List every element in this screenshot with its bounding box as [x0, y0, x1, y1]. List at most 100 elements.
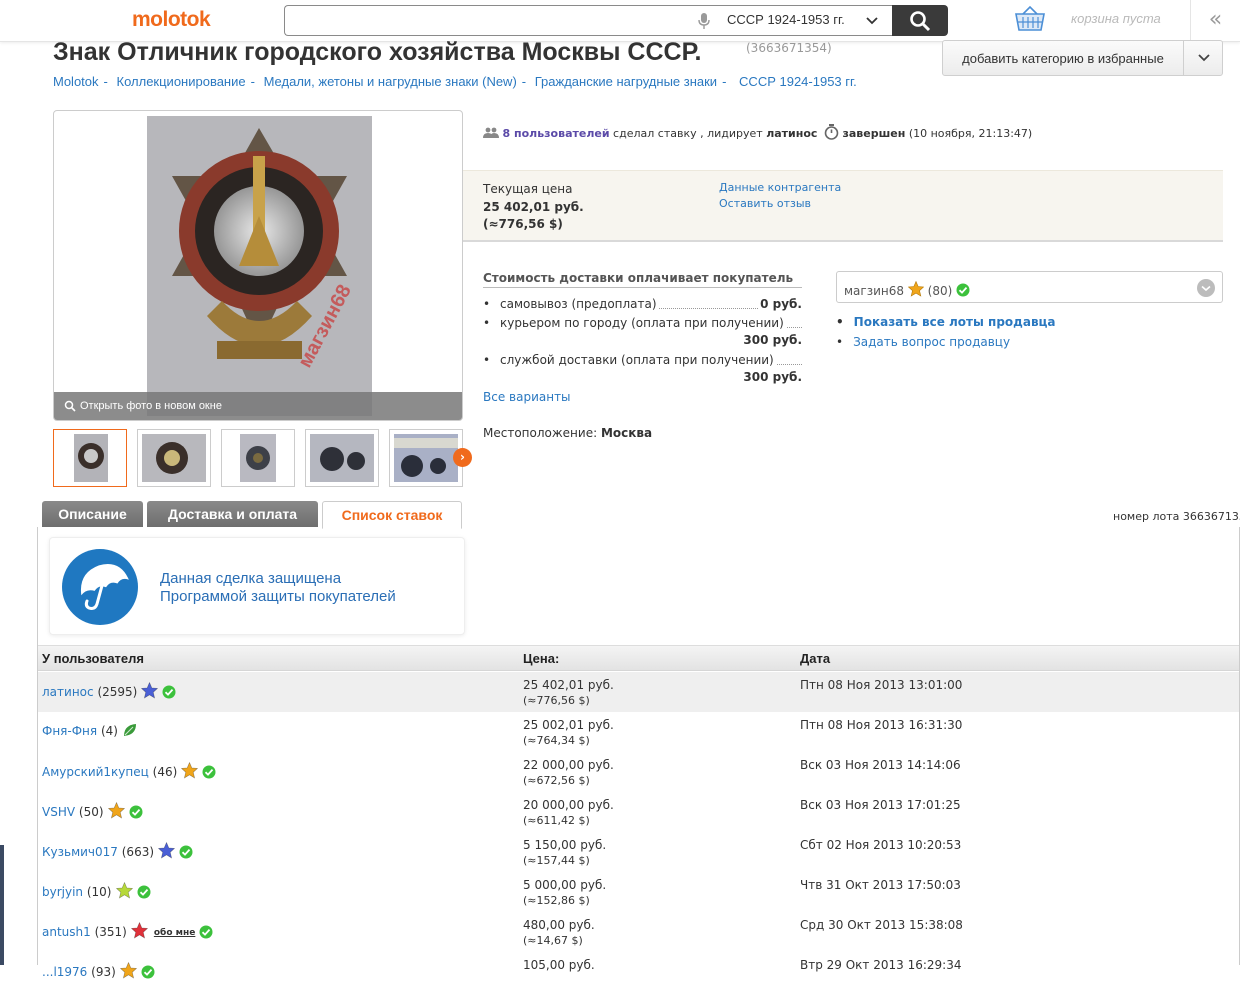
bid-price: 105,00 руб.: [523, 958, 595, 972]
bid-price: 25 402,01 руб.: [523, 678, 614, 692]
open-photo-link[interactable]: Открыть фото в новом окне: [80, 400, 222, 412]
star-icon: [180, 761, 199, 779]
bidder-link[interactable]: латинос: [42, 685, 94, 699]
breadcrumb-item[interactable]: Molotok: [53, 74, 99, 89]
shipping-option-cost: 300 руб.: [743, 370, 802, 384]
protection-program-link[interactable]: Программой защиты покупателей: [160, 588, 396, 605]
current-price-label: Текущая цена: [483, 182, 573, 196]
bidder-rating: (663): [121, 845, 155, 859]
shipping-option: • службой доставки (оплата при получении…: [483, 353, 802, 384]
auction-end-date: (10 ноября, 21:13:47): [908, 127, 1033, 140]
breadcrumb-item[interactable]: Гражданские нагрудные знаки: [535, 74, 717, 89]
chevron-down-icon[interactable]: [865, 15, 879, 27]
table-row: Фня-Фня (4) 25 002,01 руб. (≈764,34 $) Птн …: [38, 712, 1239, 752]
umbrella-icon: [62, 549, 138, 625]
side-edge-tab[interactable]: [0, 845, 4, 965]
bidder-link[interactable]: Фня-Фня: [42, 724, 97, 738]
add-category-favorites-label: добавить категорию в избранные: [962, 51, 1164, 66]
site-logo[interactable]: molotok: [132, 8, 211, 32]
breadcrumb-item[interactable]: Коллекционирование: [117, 74, 246, 89]
tab-delivery-payment[interactable]: Доставка и оплата: [147, 501, 318, 527]
bidder-rating: (10): [86, 885, 112, 899]
star-icon: [115, 881, 133, 899]
counterparty-data-link[interactable]: Данные контрагента: [719, 181, 841, 194]
leave-review-link[interactable]: Оставить отзыв: [719, 197, 811, 210]
verified-check-icon: [956, 283, 970, 297]
col-price: Цена:: [523, 651, 560, 666]
lot-number: номер лота 3663671354: [1113, 510, 1240, 523]
tab-bid-list[interactable]: Список ставок: [322, 501, 462, 529]
collapse-panel-icon[interactable]: «: [1190, 0, 1240, 41]
show-all-lots-item: • Показать все лоты продавца: [836, 315, 1056, 329]
bid-user-cell: Фня-Фня (4): [42, 722, 138, 738]
microphone-icon[interactable]: [697, 12, 711, 30]
thumbnail-image: [394, 434, 458, 482]
bidder-link[interactable]: ...l1976: [42, 965, 87, 979]
bidder-link[interactable]: VSHV: [42, 805, 75, 819]
add-category-favorites-button[interactable]: добавить категорию в избранные: [942, 40, 1223, 76]
bidder-link[interactable]: byrjyin: [42, 885, 83, 899]
bid-date: Птн 08 Ноя 2013 16:31:30: [800, 718, 963, 732]
bid-date: Сбт 02 Ноя 2013 10:20:53: [800, 838, 962, 852]
tab-description[interactable]: Описание: [42, 501, 143, 527]
table-row: латинос (2595) 25 402,01 руб. (≈776,56 $) П…: [38, 672, 1239, 712]
thumbnail[interactable]: [137, 429, 211, 487]
breadcrumb-item[interactable]: СССР 1924-1953 гг.: [739, 74, 857, 89]
table-row: Кузьмич017 (663) 5 150,00 руб. (≈157,44 $)…: [38, 832, 1239, 872]
basket-icon[interactable]: [1014, 5, 1046, 33]
verified-check-icon: [202, 765, 216, 779]
chevron-down-icon[interactable]: [1197, 53, 1211, 63]
search-button[interactable]: [892, 5, 948, 36]
basket-status[interactable]: корзина пуста: [1071, 11, 1161, 26]
thumbnail[interactable]: [221, 429, 295, 487]
about-me-badge[interactable]: обо мне: [154, 929, 195, 938]
all-shipping-variants-link[interactable]: Все варианты: [483, 390, 571, 404]
badge-photo[interactable]: [147, 116, 372, 416]
seller-box[interactable]: магзин68 (80): [836, 271, 1223, 303]
leaf-icon: [123, 724, 136, 736]
star-icon: [907, 280, 925, 297]
bid-date: Чтв 31 Окт 2013 17:50:03: [800, 878, 961, 892]
lot-id: (3663671354): [746, 41, 832, 55]
bidder-rating: (4): [100, 724, 118, 738]
verified-check-icon: [137, 885, 150, 899]
search-box: СССР 1924-1953 гг.: [284, 5, 892, 36]
thumbnail[interactable]: [53, 429, 127, 487]
bid-price: 22 000,00 руб.: [523, 758, 614, 772]
bidder-link[interactable]: Амурский1купец: [42, 765, 149, 779]
next-thumbnails-arrow[interactable]: ›: [453, 448, 472, 467]
search-category-select[interactable]: СССР 1924-1953 гг.: [727, 12, 845, 27]
thumbnail-image: [142, 434, 206, 482]
bid-date: Вск 03 Ноя 2013 17:01:25: [800, 798, 961, 812]
current-price-value: 25 402,01 руб.: [483, 200, 584, 214]
bidders-link[interactable]: 8 пользователей: [503, 127, 610, 140]
breadcrumb-item[interactable]: Медали, жетоны и нагрудные знаки (New): [264, 74, 517, 89]
bidder-rating: (93): [91, 965, 116, 979]
seller-expand-button[interactable]: [1197, 279, 1215, 297]
main-photo[interactable]: магзин68 Открыть фото в новом окне: [53, 110, 463, 421]
timer-icon: [824, 124, 839, 140]
bid-user-cell: byrjyin (10): [42, 881, 151, 899]
bids-table-header: У пользователя Цена: Дата: [38, 645, 1239, 671]
bid-price-usd: (≈611,42 $): [523, 814, 590, 827]
open-photo-bar[interactable]: Открыть фото в новом окне: [54, 392, 462, 420]
thumbnail[interactable]: [305, 429, 379, 487]
show-all-lots-link[interactable]: Показать все лоты продавца: [854, 315, 1056, 329]
ask-seller-link[interactable]: Задать вопрос продавцу: [853, 335, 1010, 349]
bidder-link[interactable]: antush1: [42, 925, 91, 939]
seller-name[interactable]: магзин68: [844, 284, 904, 298]
buyer-protection-banner[interactable]: Данная сделка защищена Программой защиты…: [49, 537, 465, 635]
verified-check-icon: [162, 685, 176, 699]
search-input[interactable]: [285, 6, 685, 35]
breadcrumb: Molotok - Коллекционирование - Медали, жет…: [53, 74, 857, 89]
bidder-link[interactable]: Кузьмич017: [42, 845, 118, 859]
verified-check-icon: [179, 845, 193, 859]
bidder-rating: (46): [152, 765, 178, 779]
col-date: Дата: [800, 651, 831, 666]
table-row: byrjyin (10) 5 000,00 руб. (≈152,86 $) Чтв …: [38, 872, 1239, 912]
bid-date: Вск 03 Ноя 2013 14:14:06: [800, 758, 961, 772]
users-icon: [483, 127, 499, 138]
bidder-rating: (50): [78, 805, 104, 819]
thumbnail[interactable]: [389, 429, 463, 487]
magnifier-icon: [64, 400, 76, 412]
